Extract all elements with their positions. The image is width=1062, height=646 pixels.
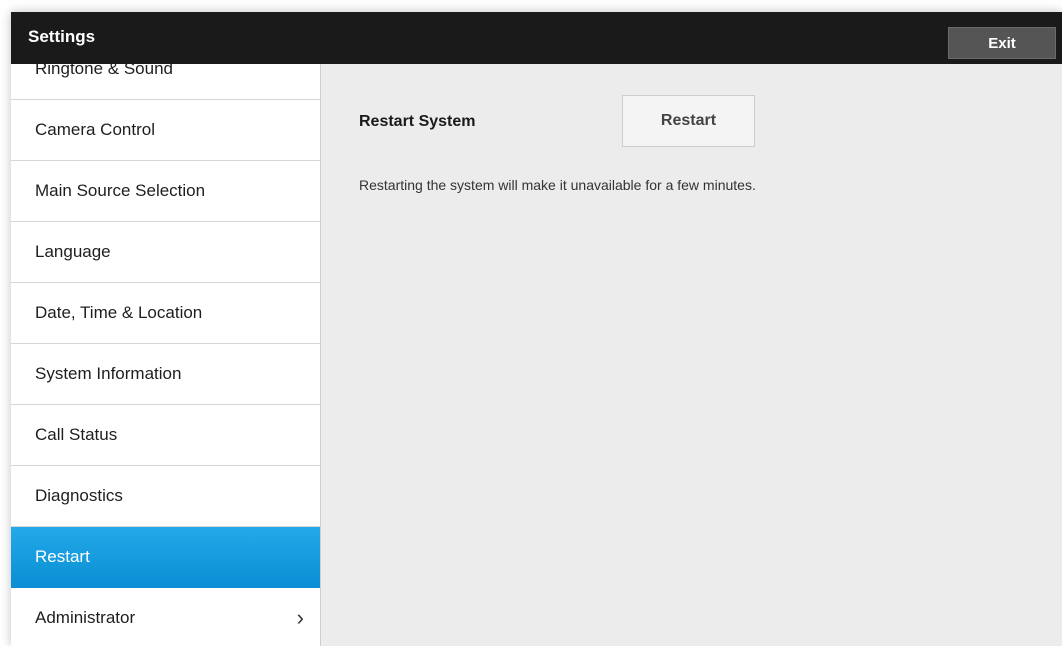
sidebar-item-label: System Information (35, 364, 182, 383)
sidebar-item-administrator[interactable]: Administrator › (11, 588, 320, 646)
sidebar-item-diagnostics[interactable]: Diagnostics (11, 466, 320, 527)
sidebar-item-label: Date, Time & Location (35, 303, 203, 322)
sidebar-item-label: Restart (35, 547, 90, 566)
sidebar-item-label: Main Source Selection (35, 181, 206, 200)
sidebar-item-label: Administrator (35, 608, 136, 627)
sidebar-item-ringtone-sound[interactable]: Ringtone & Sound (11, 64, 320, 100)
sidebar-item-main-source-selection[interactable]: Main Source Selection (11, 161, 320, 222)
sidebar-item-date-time-location[interactable]: Date, Time & Location (11, 283, 320, 344)
sidebar[interactable]: Ringtone & Sound Camera Control Main Sou… (11, 64, 321, 646)
sidebar-item-label: Language (35, 242, 111, 261)
sidebar-item-call-status[interactable]: Call Status (11, 405, 320, 466)
sidebar-item-camera-control[interactable]: Camera Control (11, 100, 320, 161)
sidebar-item-label: Diagnostics (35, 486, 123, 505)
sidebar-item-restart[interactable]: Restart (11, 527, 320, 588)
titlebar: Settings Exit (11, 12, 1062, 64)
page-title: Settings (28, 27, 96, 46)
chevron-right-icon: › (296, 605, 304, 630)
sidebar-item-label: Call Status (35, 425, 118, 444)
sidebar-list: Ringtone & Sound Camera Control Main Sou… (11, 64, 320, 646)
sidebar-item-label: Camera Control (35, 120, 155, 139)
restart-description: Restarting the system will make it unava… (359, 177, 756, 193)
sidebar-item-system-information[interactable]: System Information (11, 344, 320, 405)
sidebar-item-label: Ringtone & Sound (35, 64, 173, 78)
restart-button[interactable]: Restart (622, 95, 755, 147)
sidebar-item-language[interactable]: Language (11, 222, 320, 283)
settings-window: Settings Exit Ringtone & Sound Camera Co… (11, 12, 1062, 646)
exit-button[interactable]: Exit (948, 27, 1056, 59)
section-label: Restart System (359, 113, 476, 130)
main-content: Restart System Restart Restarting the sy… (321, 64, 1062, 646)
